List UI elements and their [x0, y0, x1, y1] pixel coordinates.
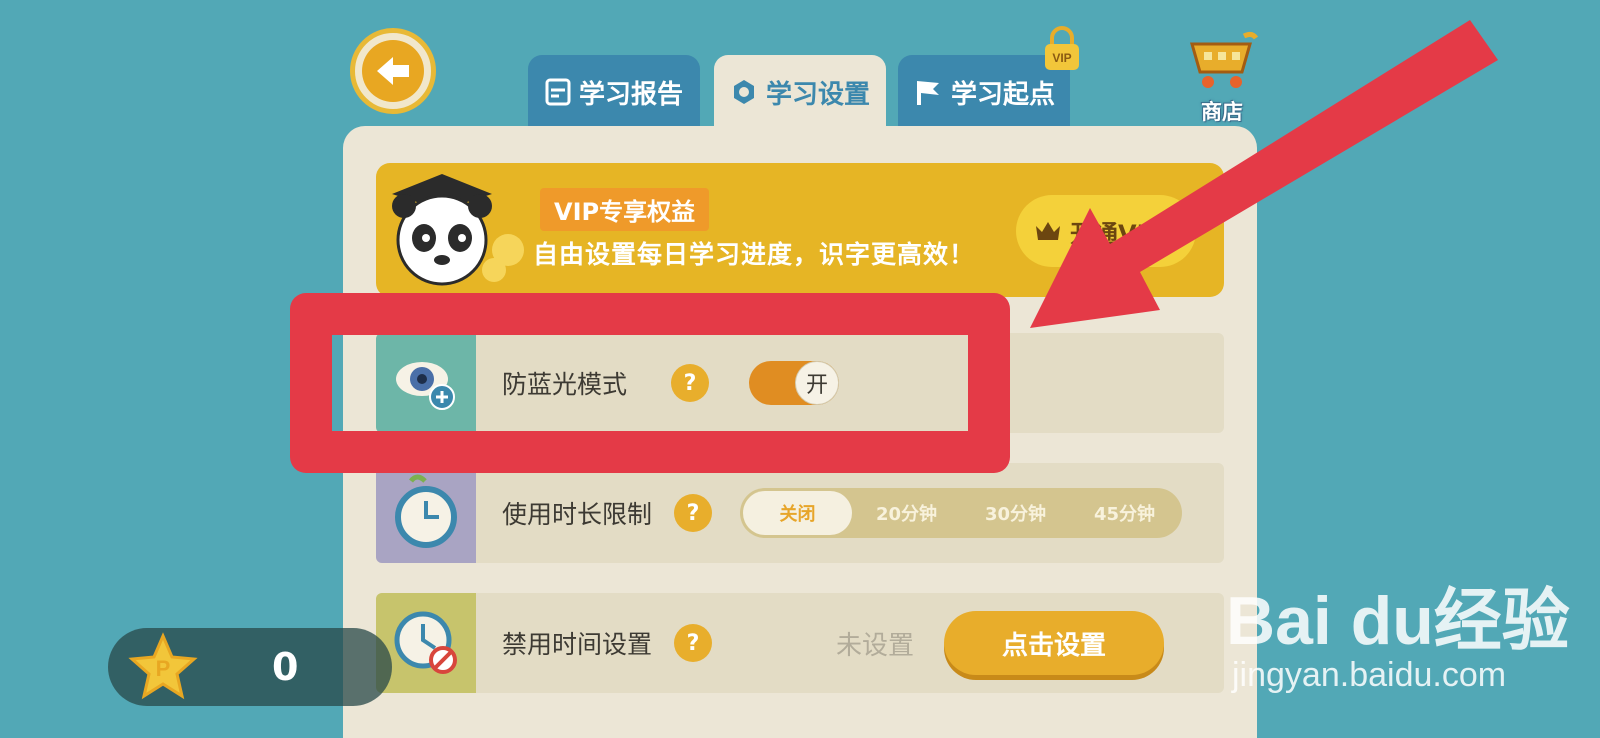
- annotation-highlight-box: [290, 293, 1010, 473]
- time-limit-row: 使用时长限制 ? 关闭 20分钟 30分钟 45分钟: [376, 463, 1224, 563]
- clock-forbid-icon: [376, 593, 476, 693]
- gear-icon: [733, 80, 754, 104]
- clock-icon: [376, 463, 476, 563]
- flag-icon: [916, 81, 939, 105]
- back-button[interactable]: [350, 28, 436, 114]
- vip-banner-text: 自由设置每日学习进度，识字更高效！: [533, 240, 976, 269]
- time-option-45[interactable]: 45分钟: [1070, 491, 1179, 535]
- annotation-arrow-icon: [1030, 20, 1498, 328]
- svg-text:P: P: [156, 656, 171, 681]
- forbid-time-row: 禁用时间设置 ? 未设置 点击设置: [376, 593, 1224, 693]
- vip-benefit-tag: VIP专享权益: [540, 188, 710, 231]
- baidu-jingyan-watermark: Bai du经验: [1226, 583, 1570, 659]
- click-set-button[interactable]: 点击设置: [944, 611, 1165, 675]
- forbid-time-help-button[interactable]: ?: [674, 624, 713, 662]
- points-display: P: [108, 628, 392, 706]
- tab-label: 学习设置: [765, 79, 870, 110]
- forbid-time-status: 未设置: [836, 630, 915, 661]
- forbid-time-label: 禁用时间设置: [502, 630, 653, 659]
- time-limit-help-button[interactable]: ?: [674, 494, 713, 532]
- time-option-30[interactable]: 30分钟: [961, 491, 1070, 535]
- report-icon: [545, 78, 571, 106]
- back-arrow-icon: [362, 40, 424, 102]
- time-limit-selector: 关闭 20分钟 30分钟 45分钟: [740, 488, 1183, 538]
- panda-mascot-icon: [392, 174, 524, 286]
- time-option-20[interactable]: 20分钟: [852, 491, 961, 535]
- time-option-off[interactable]: 关闭: [743, 491, 853, 535]
- watermark-url: jingyan.baidu.com: [1232, 656, 1507, 694]
- time-limit-label: 使用时长限制: [502, 500, 653, 529]
- points-value: 0: [272, 645, 299, 689]
- tab-study-report[interactable]: 学习报告: [528, 55, 700, 129]
- tab-label: 学习报告: [578, 79, 683, 110]
- star-p-icon: P: [128, 632, 198, 700]
- tab-study-settings[interactable]: 学习设置: [714, 55, 886, 129]
